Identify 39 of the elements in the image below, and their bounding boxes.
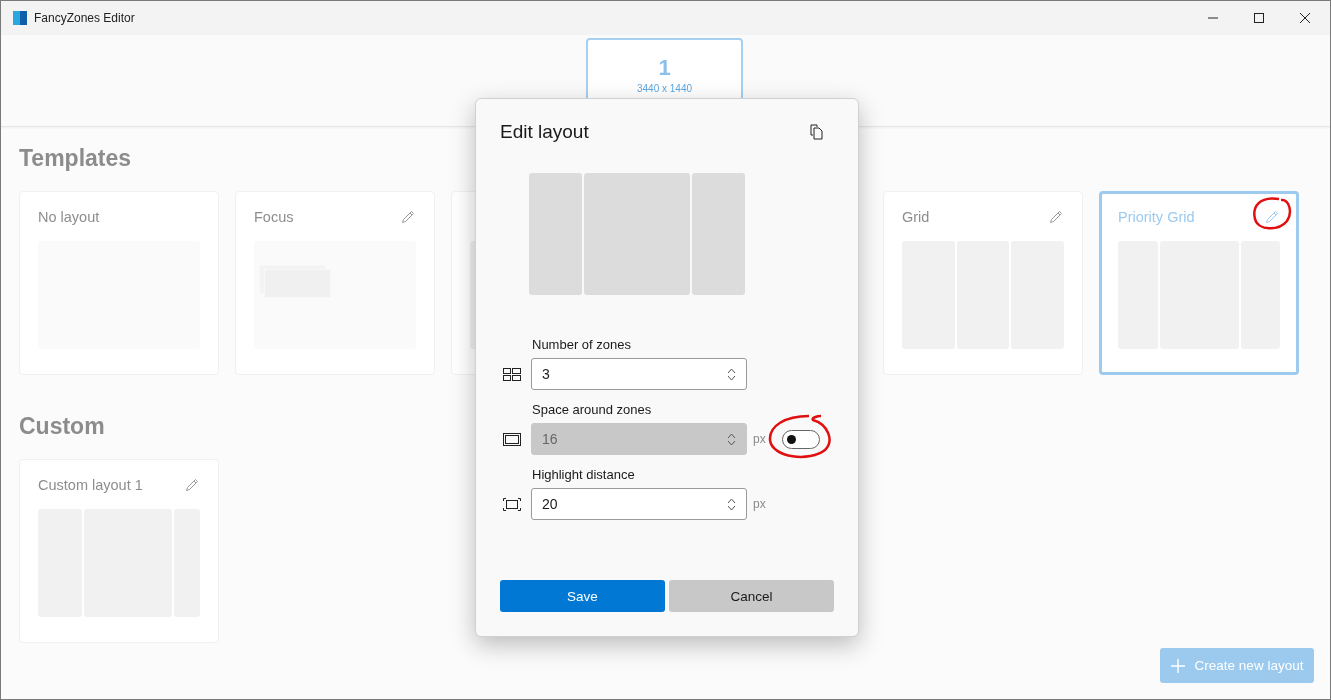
cancel-button[interactable]: Cancel — [669, 580, 834, 612]
spin-icon — [727, 432, 736, 446]
window-title: FancyZones Editor — [34, 11, 135, 25]
save-button[interactable]: Save — [500, 580, 665, 612]
maximize-icon[interactable] — [1254, 13, 1264, 23]
layout-title: Grid — [902, 209, 930, 225]
plus-icon — [1170, 658, 1185, 673]
distance-icon — [503, 497, 521, 511]
layout-title: Custom layout 1 — [38, 477, 143, 493]
field-label: Number of zones — [531, 337, 632, 352]
copy-icon[interactable] — [810, 124, 824, 140]
number-field[interactable]: 3 — [531, 358, 747, 390]
monitor-number: 1 — [658, 57, 671, 79]
spin-icon — [727, 367, 736, 381]
layout-title: No layout — [38, 209, 100, 225]
section-heading: Templates — [19, 145, 132, 173]
edit-icon[interactable] — [1264, 209, 1280, 225]
field-label: Highlight distance — [531, 467, 636, 482]
app-icon — [13, 11, 27, 25]
edit-icon[interactable] — [1048, 209, 1064, 225]
unit-label: px — [753, 432, 766, 446]
dialog-title: Edit layout — [500, 121, 589, 143]
number-field[interactable]: 20 — [531, 488, 747, 520]
layout-card[interactable]: Custom layout 1 — [19, 459, 219, 643]
zones-icon — [503, 367, 521, 381]
field-label: Space around zones — [531, 402, 653, 417]
layout-card[interactable]: Grid — [883, 191, 1083, 375]
monitor-resolution: 3440 x 1440 — [636, 83, 693, 94]
edit-icon[interactable] — [400, 209, 416, 225]
layout-card[interactable]: Focus — [235, 191, 435, 375]
layout-title: Focus — [254, 209, 294, 225]
frame-icon — [503, 432, 521, 446]
section-heading: Custom — [19, 413, 105, 441]
close-icon[interactable] — [1300, 13, 1310, 23]
layout-card[interactable]: Priority Grid — [1099, 191, 1299, 375]
layout-title: Priority Grid — [1118, 209, 1195, 225]
edit-icon[interactable] — [184, 477, 200, 493]
spin-icon — [727, 497, 736, 511]
unit-label: px — [753, 497, 766, 511]
